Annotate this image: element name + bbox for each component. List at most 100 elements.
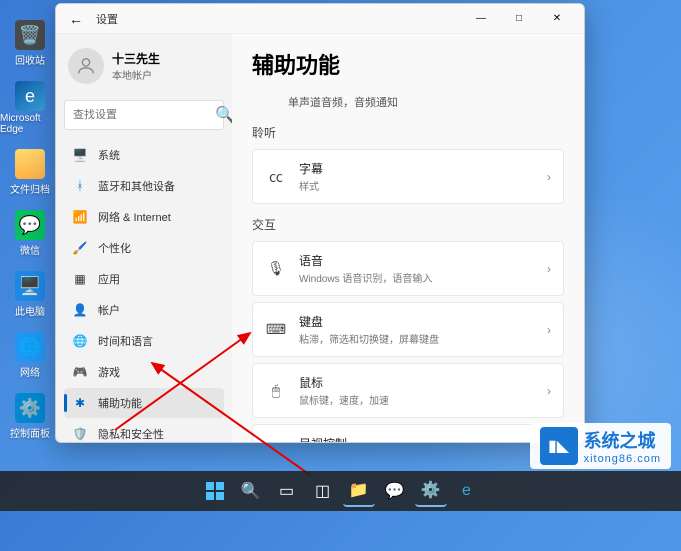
edge-icon: e: [15, 81, 45, 111]
titlebar: ← 设置 — □ ✕: [56, 4, 584, 34]
desktop-icon-label: 控制面板: [10, 425, 50, 440]
taskbar-edge[interactable]: e: [451, 475, 483, 507]
nav-label: 个性化: [98, 240, 131, 256]
content-pane: 辅助功能 单声道音频，音频通知 聆听 ㏄ 字幕样式 › 交互 🎙 语音Windo…: [232, 34, 584, 442]
watermark-title: 系统之城: [584, 427, 661, 453]
nav-label: 应用: [98, 271, 120, 287]
network-icon: 🌐: [15, 332, 45, 362]
desktop-icon-label: 微信: [20, 242, 40, 257]
taskbar-explorer[interactable]: 📁: [343, 475, 375, 507]
back-button[interactable]: ←: [64, 7, 88, 31]
desktop-wechat[interactable]: 💬 微信: [0, 210, 60, 257]
card-eye-control[interactable]: 👁 目视控制眼动追踪仪，文本到语音转换 ›: [252, 424, 564, 442]
card-sub: 鼠标键，速度，加速: [299, 392, 547, 407]
desktop-control-panel[interactable]: ⚙️ 控制面板: [0, 393, 60, 440]
nav-time-language[interactable]: 🌐 时间和语言: [64, 326, 224, 356]
avatar-icon: [68, 48, 104, 84]
taskbar-chat[interactable]: 💬: [379, 475, 411, 507]
account-icon: 👤: [72, 302, 88, 318]
keyboard-icon: ⌨: [265, 321, 287, 338]
computer-icon: 🖥️: [15, 271, 45, 301]
chevron-right-icon: ›: [547, 170, 551, 184]
brush-icon: 🖌️: [72, 240, 88, 256]
start-button[interactable]: [199, 475, 231, 507]
chevron-right-icon: ›: [547, 384, 551, 398]
mouse-icon: 🖱: [265, 382, 287, 399]
subtitles-icon: ㏄: [265, 167, 287, 187]
user-block[interactable]: 十三先生 本地帐户: [64, 42, 224, 90]
watermark-url: xitong86.com: [584, 453, 661, 465]
shield-icon: 🛡️: [72, 426, 88, 442]
desktop-network[interactable]: 🌐 网络: [0, 332, 60, 379]
top-subtext: 单声道音频，音频通知: [252, 94, 564, 110]
search-box[interactable]: 🔍: [64, 100, 224, 130]
sidebar: 十三先生 本地帐户 🔍 🖥️系统 ᚼ 蓝牙和其他设备 📶 网络 & Internet…: [56, 34, 232, 442]
window-title: 设置: [96, 11, 118, 27]
card-voice[interactable]: 🎙 语音Windows 语音识别，语音输入 ›: [252, 241, 564, 296]
taskbar-taskview[interactable]: ▭: [271, 475, 303, 507]
card-title: 目视控制: [299, 435, 547, 442]
card-subtitles[interactable]: ㏄ 字幕样式 ›: [252, 149, 564, 204]
minimize-button[interactable]: —: [462, 5, 500, 33]
search-icon: 🔍: [215, 105, 232, 125]
page-title: 辅助功能: [252, 48, 564, 80]
nav-label: 隐私和安全性: [98, 426, 164, 442]
nav-privacy[interactable]: 🛡️ 隐私和安全性: [64, 419, 224, 442]
nav-apps[interactable]: ▦ 应用: [64, 264, 224, 294]
desktop-icon-label: 此电脑: [15, 303, 45, 318]
nav-bluetooth[interactable]: ᚼ 蓝牙和其他设备: [64, 171, 224, 201]
desktop-icon-label: Microsoft Edge: [0, 113, 60, 135]
nav-label: 游戏: [98, 364, 120, 380]
card-keyboard[interactable]: ⌨ 键盘粘滞，筛选和切换键，屏幕键盘 ›: [252, 302, 564, 357]
close-button[interactable]: ✕: [538, 5, 576, 33]
wifi-icon: 📶: [72, 209, 88, 225]
taskbar-search[interactable]: 🔍: [235, 475, 267, 507]
card-mouse[interactable]: 🖱 鼠标鼠标键，速度，加速 ›: [252, 363, 564, 418]
nav-label: 网络 & Internet: [98, 209, 171, 225]
nav-label: 蓝牙和其他设备: [98, 178, 175, 194]
nav-accounts[interactable]: 👤 帐户: [64, 295, 224, 325]
desktop-this-pc[interactable]: 🖥️ 此电脑: [0, 271, 60, 318]
apps-icon: ▦: [72, 271, 88, 287]
desktop-edge[interactable]: e Microsoft Edge: [0, 81, 60, 135]
nav-label: 时间和语言: [98, 333, 153, 349]
bluetooth-icon: ᚼ: [72, 178, 88, 194]
card-title: 语音: [299, 252, 547, 269]
folder-icon: [15, 149, 45, 179]
desktop-icon-label: 网络: [20, 364, 40, 379]
desktop-icon-label: 回收站: [15, 52, 45, 67]
nav-personalization[interactable]: 🖌️ 个性化: [64, 233, 224, 263]
nav-gaming[interactable]: 🎮 游戏: [64, 357, 224, 387]
nav-system[interactable]: 🖥️系统: [64, 140, 224, 170]
search-input[interactable]: [73, 109, 215, 121]
nav-label: 辅助功能: [98, 395, 142, 411]
nav-label: 系统: [98, 147, 120, 163]
card-sub: 粘滞，筛选和切换键，屏幕键盘: [299, 331, 547, 346]
card-title: 鼠标: [299, 374, 547, 391]
section-interact: 交互: [252, 216, 564, 233]
nav-network[interactable]: 📶 网络 & Internet: [64, 202, 224, 232]
globe-icon: 🌐: [72, 333, 88, 349]
desktop-folder[interactable]: 文件归档: [0, 149, 60, 196]
taskbar: 🔍 ▭ ◫ 📁 💬 ⚙️ e: [0, 471, 681, 511]
card-sub: 样式: [299, 178, 547, 193]
card-title: 字幕: [299, 160, 547, 177]
desktop-recycle-bin[interactable]: 🗑️ 回收站: [0, 20, 60, 67]
nav-label: 帐户: [98, 302, 120, 318]
gaming-icon: 🎮: [72, 364, 88, 380]
desktop-icon-label: 文件归档: [10, 181, 50, 196]
user-type: 本地帐户: [112, 67, 160, 82]
wechat-icon: 💬: [15, 210, 45, 240]
chevron-right-icon: ›: [547, 262, 551, 276]
taskbar-settings[interactable]: ⚙️: [415, 475, 447, 507]
card-sub: Windows 语音识别，语音输入: [299, 270, 547, 285]
trash-icon: 🗑️: [15, 20, 45, 50]
user-name: 十三先生: [112, 50, 160, 67]
maximize-button[interactable]: □: [500, 5, 538, 33]
nav-accessibility[interactable]: ✱ 辅助功能: [64, 388, 224, 418]
control-panel-icon: ⚙️: [15, 393, 45, 423]
section-listen: 聆听: [252, 124, 564, 141]
taskbar-widgets[interactable]: ◫: [307, 475, 339, 507]
accessibility-icon: ✱: [72, 395, 88, 411]
watermark: ▮◣ 系统之城 xitong86.com: [530, 423, 671, 469]
